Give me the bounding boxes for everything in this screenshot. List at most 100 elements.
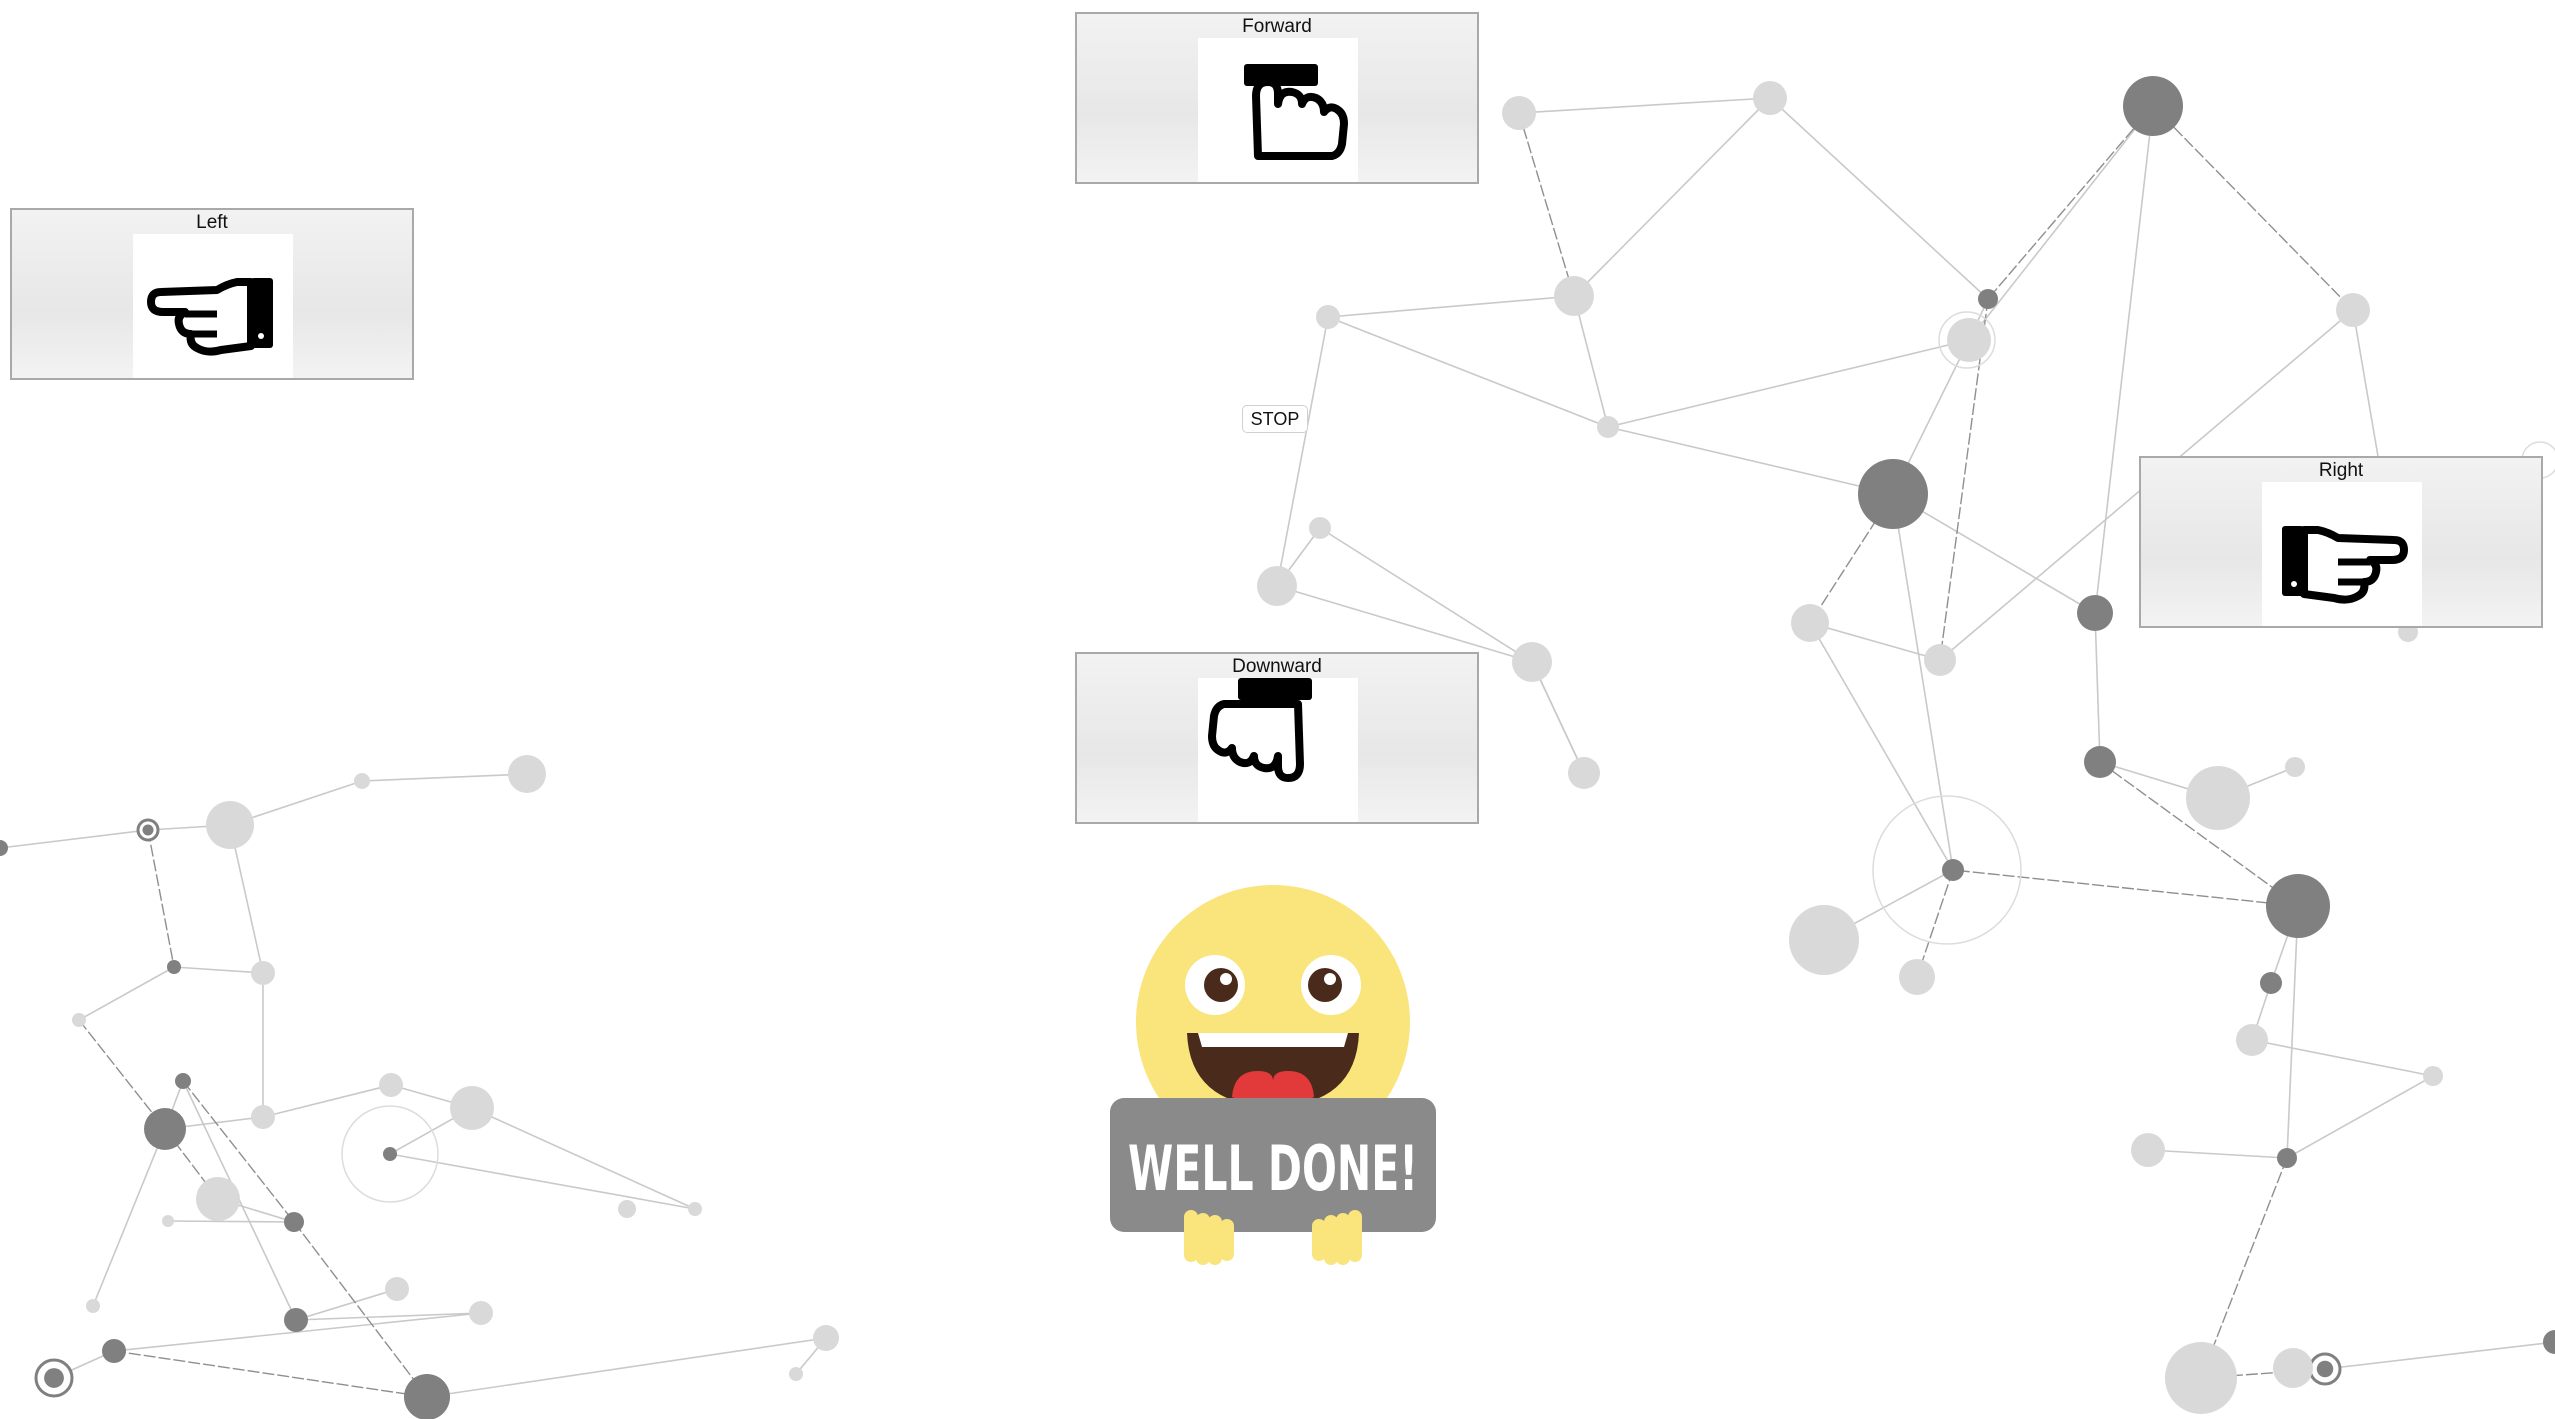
network-edge: [426, 1337, 827, 1398]
network-edge: [1327, 316, 1609, 428]
network-edge: [2251, 1039, 2434, 1077]
network-node: [1316, 305, 1340, 329]
network-node: [284, 1212, 304, 1232]
network-node: [2423, 1066, 2443, 1086]
network-edge: [1607, 339, 1970, 428]
forward-button[interactable]: Forward: [1075, 12, 1479, 184]
network-edge: [2324, 1341, 2555, 1370]
network-node: [404, 1374, 450, 1419]
smiley-well-done-icon: WELL DONE!: [1108, 885, 1438, 1275]
network-node: [1899, 959, 1935, 995]
network-node: [2123, 76, 2183, 136]
network-node: [1512, 642, 1552, 682]
network-edge: [293, 1221, 428, 1398]
well-done-text: WELL DONE!: [1128, 1132, 1418, 1205]
network-node-core: [44, 1368, 64, 1388]
network-node: [2285, 757, 2305, 777]
network-edge: [1987, 105, 2154, 300]
hand-pointing-right-icon: [2262, 482, 2422, 626]
network-node: [1554, 276, 1594, 316]
network-node: [162, 1215, 174, 1227]
network-edge: [113, 1350, 428, 1398]
network-node: [2260, 972, 2282, 994]
network-node: [385, 1277, 409, 1301]
network-node: [1597, 416, 1619, 438]
network-edge: [167, 1220, 295, 1223]
hand-pointing-up-icon: [1198, 38, 1358, 182]
stage: Forward Left Right Downward STOP WELL DO…: [0, 0, 2555, 1419]
network-node-core: [142, 824, 154, 836]
network-edge: [1319, 527, 1533, 663]
network-node: [1568, 757, 1600, 789]
network-node: [167, 960, 181, 974]
network-node: [469, 1301, 493, 1325]
network-edge: [0, 829, 149, 849]
downward-button[interactable]: Downward: [1075, 652, 1479, 824]
network-edge: [173, 966, 264, 974]
network-node: [2543, 1330, 2555, 1354]
network-edge: [1327, 295, 1575, 318]
network-edge: [1276, 316, 1329, 587]
network-edge: [1809, 622, 1941, 661]
network-edge: [2286, 1075, 2434, 1159]
network-edge: [1968, 105, 2154, 341]
network-edge: [147, 829, 175, 968]
network-node: [0, 840, 8, 856]
network-edge: [1952, 869, 2299, 907]
network-node: [1791, 604, 1829, 642]
network-node: [175, 1073, 191, 1089]
left-label: Left: [196, 212, 228, 233]
network-node: [72, 1013, 86, 1027]
hand-pointing-down-icon: [1198, 678, 1358, 822]
network-node: [1947, 318, 1991, 362]
network-node: [1502, 96, 1536, 130]
network-node: [2266, 874, 2330, 938]
network-node: [144, 1108, 186, 1150]
network-edge: [2094, 612, 2101, 763]
right-label: Right: [2318, 460, 2364, 481]
network-node: [2131, 1133, 2165, 1167]
network-node: [1858, 459, 1928, 529]
network-node: [379, 1073, 403, 1097]
network-edge: [1607, 426, 1894, 495]
network-node: [2077, 595, 2113, 631]
network-node-core: [2316, 1360, 2334, 1378]
network-edge: [1573, 97, 1771, 297]
network-edge: [2147, 1149, 2288, 1159]
network-node: [1924, 644, 1956, 676]
network-edge: [1769, 97, 1989, 300]
network-edge: [389, 1153, 696, 1210]
left-button[interactable]: Left: [10, 208, 414, 380]
network-node: [2186, 766, 2250, 830]
network-node: [251, 1105, 275, 1129]
network-edge: [2286, 905, 2299, 1159]
network-node: [206, 801, 254, 849]
network-node: [1309, 517, 1331, 539]
network-edge: [92, 1128, 166, 1307]
network-node: [196, 1177, 240, 1221]
network-edge: [1573, 295, 1609, 428]
network-node: [102, 1339, 126, 1363]
right-button[interactable]: Right: [2139, 456, 2543, 628]
downward-label: Downward: [1232, 656, 1322, 677]
network-edge: [361, 773, 528, 782]
network-edge: [1518, 97, 1771, 114]
stop-button[interactable]: STOP: [1242, 405, 1308, 433]
network-node: [251, 961, 275, 985]
network-node: [618, 1200, 636, 1218]
network-node: [2336, 293, 2370, 327]
network-node: [383, 1147, 397, 1161]
network-node: [86, 1299, 100, 1313]
network-edge: [2152, 105, 2354, 311]
network-edge: [1518, 112, 1575, 297]
network-node: [2084, 746, 2116, 778]
network-node: [1257, 566, 1297, 606]
network-node: [2273, 1348, 2313, 1388]
network-node: [2236, 1024, 2268, 1056]
network-node: [813, 1325, 839, 1351]
network-edge: [295, 1288, 398, 1321]
network-edge: [78, 966, 175, 1021]
network-node: [508, 755, 546, 793]
network-node: [1789, 905, 1859, 975]
network-node: [354, 773, 370, 789]
